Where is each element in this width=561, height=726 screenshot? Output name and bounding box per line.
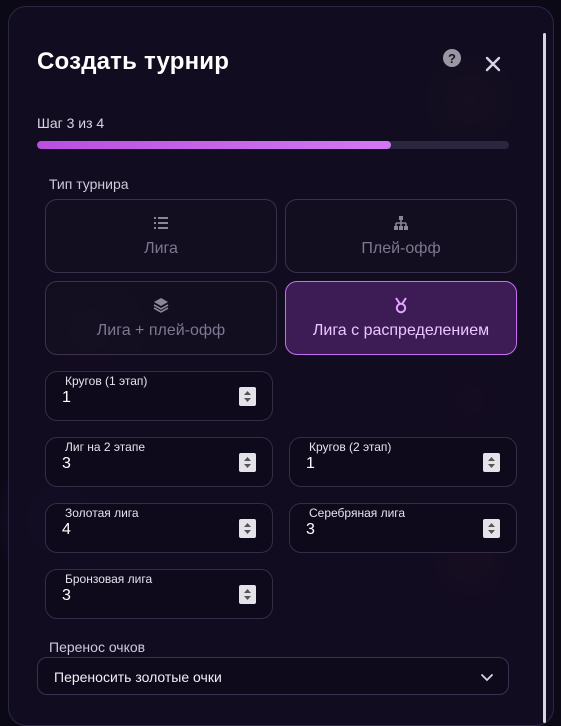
scrollbar[interactable]: [543, 33, 546, 723]
field-label: Золотая лига: [65, 506, 139, 520]
field-value[interactable]: 1: [62, 389, 71, 407]
stepper-icon[interactable]: [239, 387, 256, 406]
field-value[interactable]: 3: [62, 587, 71, 605]
medal-icon: [392, 296, 410, 314]
type-option-league-distribution[interactable]: Лига с распределением: [285, 281, 517, 355]
rounds-stage2-field[interactable]: Кругов (2 этап) 1: [289, 437, 517, 487]
bracket-icon: [392, 214, 410, 232]
type-option-label: Лига + плей-офф: [97, 322, 225, 340]
progress-bar: [37, 141, 509, 149]
stepper-icon[interactable]: [239, 585, 256, 604]
type-option-league[interactable]: Лига: [45, 199, 277, 273]
silver-league-field[interactable]: Серебряная лига 3: [289, 503, 517, 553]
progress-bar-fill: [37, 141, 391, 149]
points-transfer-label: Перенос очков: [49, 639, 145, 655]
stepper-icon[interactable]: [483, 453, 500, 472]
field-value[interactable]: 3: [62, 455, 71, 473]
bronze-league-field[interactable]: Бронзовая лига 3: [45, 569, 273, 619]
gold-league-field[interactable]: Золотая лига 4: [45, 503, 273, 553]
stepper-icon[interactable]: [483, 519, 500, 538]
select-value: Переносить золотые очки: [54, 669, 222, 685]
field-label: Кругов (2 этап): [309, 440, 391, 454]
type-option-label: Лига: [144, 240, 178, 258]
field-value[interactable]: 3: [306, 521, 315, 539]
type-option-label: Лига с распределением: [313, 322, 489, 340]
field-label: Серебряная лига: [309, 506, 405, 520]
stepper-icon[interactable]: [239, 453, 256, 472]
close-icon[interactable]: [484, 55, 502, 73]
list-icon: [152, 214, 170, 232]
help-icon[interactable]: ?: [443, 49, 461, 67]
field-label: Лиг на 2 этапе: [65, 440, 145, 454]
field-label: Кругов (1 этап): [65, 374, 147, 388]
field-value[interactable]: 4: [62, 521, 71, 539]
modal-title: Создать турнир: [37, 48, 229, 76]
type-option-league-playoff[interactable]: Лига + плей-офф: [45, 281, 277, 355]
layers-icon: [152, 296, 170, 314]
field-label: Бронзовая лига: [65, 572, 152, 586]
tournament-type-label: Тип турнира: [49, 176, 129, 192]
field-value[interactable]: 1: [306, 455, 315, 473]
points-transfer-select[interactable]: Переносить золотые очки: [37, 657, 509, 695]
step-indicator: Шаг 3 из 4: [37, 115, 104, 131]
chevron-down-icon: [480, 670, 494, 684]
type-option-playoff[interactable]: Плей-офф: [285, 199, 517, 273]
type-option-label: Плей-офф: [361, 240, 440, 258]
stepper-icon[interactable]: [239, 519, 256, 538]
rounds-stage1-field[interactable]: Кругов (1 этап) 1: [45, 371, 273, 421]
leagues-stage2-field[interactable]: Лиг на 2 этапе 3: [45, 437, 273, 487]
